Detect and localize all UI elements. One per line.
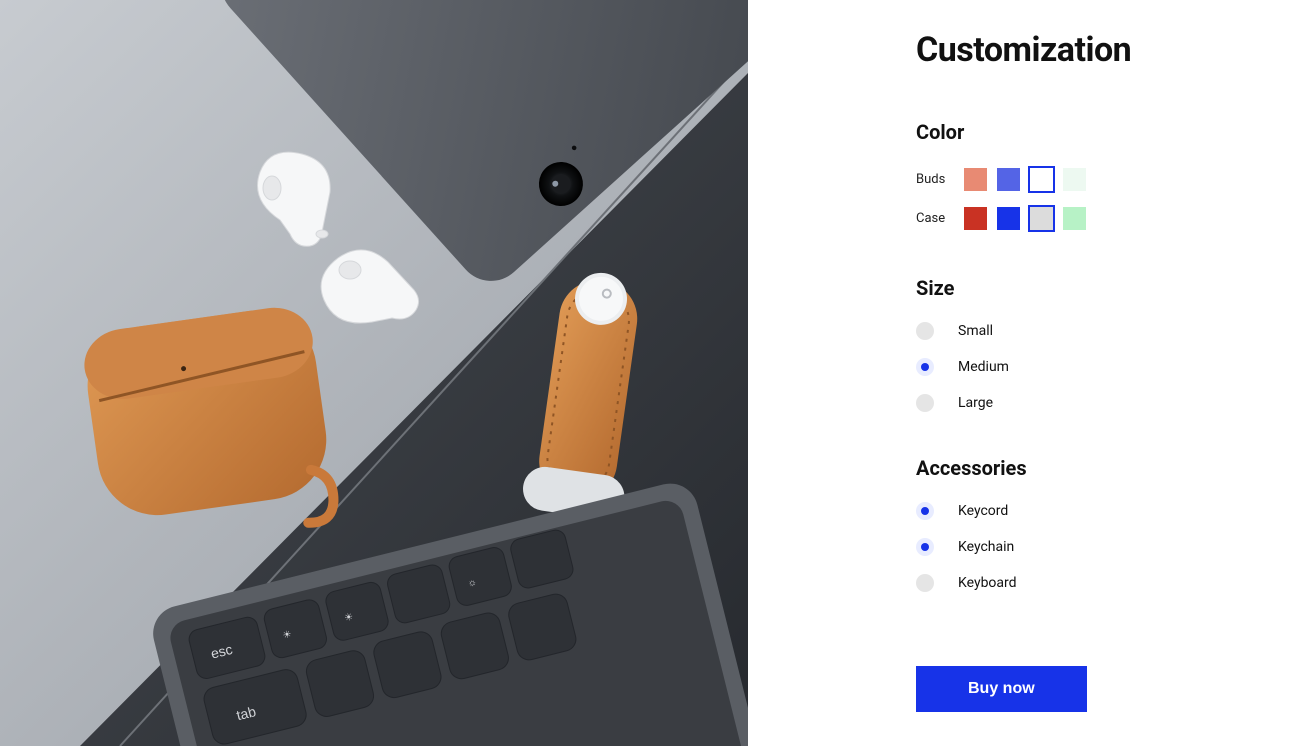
size-option-label: Large	[958, 395, 993, 411]
radio-icon	[916, 358, 934, 376]
swatch-fill	[964, 168, 987, 191]
size-option-small[interactable]: Small	[916, 322, 1276, 340]
swatch-fill	[1063, 207, 1086, 230]
color-swatch-case-red[interactable]	[962, 205, 989, 232]
color-section: Color Buds Case	[916, 120, 1276, 232]
accessories-heading: Accessories	[916, 456, 1276, 480]
color-swatch-buds-coral[interactable]	[962, 166, 989, 193]
size-heading: Size	[916, 276, 1276, 300]
color-row-buds: Buds	[916, 166, 1276, 193]
radio-icon	[916, 394, 934, 412]
color-swatch-buds-white[interactable]	[1028, 166, 1055, 193]
color-swatch-case-green[interactable]	[1061, 205, 1088, 232]
color-row-label: Buds	[916, 172, 956, 187]
color-heading: Color	[916, 120, 1276, 144]
swatch-fill	[1030, 207, 1053, 230]
color-swatch-case-blue[interactable]	[995, 205, 1022, 232]
page-title: Customization	[916, 30, 1276, 70]
customization-panel: Customization Color Buds Case Size Small M…	[748, 0, 1316, 746]
size-option-label: Small	[958, 323, 993, 339]
radio-icon	[916, 574, 934, 592]
radio-icon	[916, 322, 934, 340]
accessories-option-keyboard[interactable]: Keyboard	[916, 574, 1276, 592]
swatch-fill	[997, 168, 1020, 191]
accessories-option-label: Keycord	[958, 503, 1008, 519]
color-swatch-case-grey[interactable]	[1028, 205, 1055, 232]
size-section: Size Small Medium Large	[916, 276, 1276, 412]
swatch-fill	[997, 207, 1020, 230]
swatch-fill	[1030, 168, 1053, 191]
swatch-fill	[964, 207, 987, 230]
accessories-option-keychain[interactable]: Keychain	[916, 538, 1276, 556]
color-swatch-buds-mint[interactable]	[1061, 166, 1088, 193]
color-row-case: Case	[916, 205, 1276, 232]
size-option-label: Medium	[958, 359, 1009, 375]
product-image: esc tab ☀ ☀ ☼	[0, 0, 748, 746]
buy-button[interactable]: Buy now	[916, 666, 1087, 712]
swatch-fill	[1063, 168, 1086, 191]
accessories-section: Accessories Keycord Keychain Keyboard	[916, 456, 1276, 592]
accessories-option-label: Keyboard	[958, 575, 1017, 591]
accessories-option-label: Keychain	[958, 539, 1014, 555]
radio-icon	[916, 538, 934, 556]
size-option-large[interactable]: Large	[916, 394, 1276, 412]
accessories-option-keycord[interactable]: Keycord	[916, 502, 1276, 520]
color-row-label: Case	[916, 211, 956, 226]
size-option-medium[interactable]: Medium	[916, 358, 1276, 376]
color-swatch-buds-indigo[interactable]	[995, 166, 1022, 193]
radio-icon	[916, 502, 934, 520]
